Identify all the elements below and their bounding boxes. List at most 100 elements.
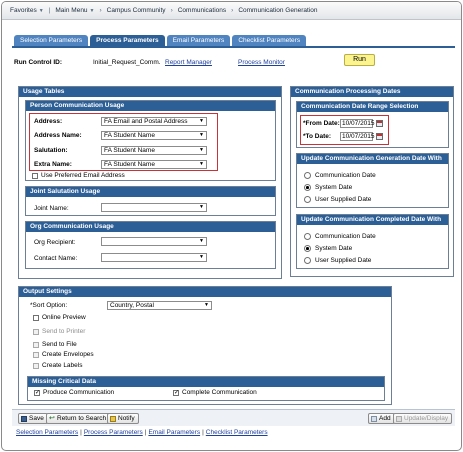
- tab-process-parameters[interactable]: Process Parameters: [90, 35, 165, 46]
- completed-date-title: Update Communication Completed Date With: [297, 215, 448, 225]
- breadcrumb-communication-generation[interactable]: Communication Generation: [238, 7, 317, 14]
- produce-communication-label: Produce Communication: [43, 389, 115, 396]
- run-button[interactable]: Run: [344, 54, 375, 66]
- save-icon: [21, 415, 27, 422]
- footer-link-selection-parameters[interactable]: Selection Parameters: [16, 429, 78, 436]
- produce-communication-checkbox[interactable]: ✓: [34, 390, 40, 396]
- generation-communication-date-radio[interactable]: [304, 172, 311, 179]
- footer-link-email-parameters[interactable]: Email Parameters: [148, 429, 200, 436]
- completed-system-date-label: System Date: [315, 245, 353, 252]
- return-to-search-button[interactable]: ↩ Return to Search: [46, 413, 111, 424]
- address-value: FA Email and Postal Address: [104, 118, 188, 125]
- sort-option-label: *Sort Option:: [30, 302, 68, 309]
- create-labels-checkbox[interactable]: [33, 363, 39, 369]
- completed-user-supplied-date-radio[interactable]: [304, 257, 311, 264]
- send-to-printer-checkbox[interactable]: [33, 329, 39, 335]
- chevron-down-icon: ▼: [204, 302, 209, 308]
- save-button[interactable]: Save: [18, 413, 48, 424]
- calendar-icon[interactable]: [376, 133, 383, 140]
- send-to-file-label: Send to File: [42, 341, 77, 348]
- salutation-select[interactable]: FA Student Name ▼: [101, 146, 207, 155]
- chevron-down-icon: ▼: [38, 7, 44, 14]
- joint-salutation-section: Joint Salutation Usage Joint Name: ▼: [25, 186, 276, 216]
- footer-separator: |: [202, 429, 204, 436]
- from-date-label: *From Date:: [303, 120, 340, 127]
- complete-communication-label: Complete Communication: [182, 389, 257, 396]
- footer-links: Selection Parameters | Process Parameters |…: [16, 429, 268, 436]
- person-usage-section: Person Communication Usage Address: FA E…: [25, 100, 276, 181]
- send-to-file-checkbox[interactable]: [33, 342, 39, 348]
- joint-name-select[interactable]: ▼: [101, 203, 207, 212]
- usage-tables-panel: Usage Tables Person Communication Usage …: [18, 86, 282, 279]
- breadcrumb-favorites[interactable]: Favorites: [10, 7, 37, 14]
- chevron-down-icon: ▼: [199, 204, 204, 210]
- send-to-printer-label: Send to Printer: [42, 328, 86, 335]
- output-settings-panel: Output Settings *Sort Option: Country, P…: [18, 286, 392, 405]
- generation-system-date-label: System Date: [315, 184, 353, 191]
- date-range-section: Communication Date Range Selection *From…: [296, 101, 449, 148]
- online-preview-checkbox[interactable]: [33, 315, 39, 321]
- contact-name-select[interactable]: ▼: [101, 253, 207, 262]
- processing-dates-panel: Communication Processing Dates Communica…: [290, 86, 454, 277]
- address-name-label: Address Name:: [34, 132, 82, 139]
- save-label: Save: [29, 415, 44, 422]
- report-manager-link[interactable]: Report Manager: [165, 59, 212, 66]
- footer-link-checklist-parameters[interactable]: Checklist Parameters: [206, 429, 268, 436]
- bottom-toolbar: Save ↩ Return to Search Notify Add Updat…: [12, 409, 455, 426]
- return-to-search-label: Return to Search: [57, 415, 107, 422]
- org-recipient-select[interactable]: ▼: [101, 237, 207, 246]
- date-range-title: Communication Date Range Selection: [297, 102, 448, 112]
- chevron-down-icon: ▼: [199, 254, 204, 260]
- breadcrumb: Favorites ▼ | Main Menu ▼ › Campus Commu…: [2, 2, 461, 20]
- tab-checklist-parameters[interactable]: Checklist Parameters: [232, 35, 307, 46]
- preferred-email-checkbox[interactable]: [32, 173, 38, 179]
- add-button[interactable]: Add: [368, 413, 395, 424]
- output-settings-title: Output Settings: [19, 287, 391, 297]
- address-name-select[interactable]: FA Student Name ▼: [101, 131, 207, 140]
- sort-option-value: Country, Postal: [110, 302, 154, 309]
- joint-name-label: Joint Name:: [34, 205, 69, 212]
- create-labels-label: Create Labels: [42, 362, 83, 369]
- complete-communication-checkbox[interactable]: ✓: [173, 390, 179, 396]
- update-display-button[interactable]: Update/Display: [393, 413, 453, 424]
- completed-system-date-radio[interactable]: [304, 245, 311, 252]
- org-usage-section: Org Communication Usage Org Recipient: ▼…: [25, 221, 276, 269]
- to-date-input[interactable]: 10/07/2015: [340, 132, 375, 141]
- breadcrumb-campus-community[interactable]: Campus Community: [107, 7, 166, 14]
- completed-date-section: Update Communication Completed Date With…: [296, 214, 449, 269]
- completed-communication-date-radio[interactable]: [304, 233, 311, 240]
- generation-date-title: Update Communication Generation Date Wit…: [297, 154, 448, 164]
- joint-salutation-title: Joint Salutation Usage: [26, 187, 275, 197]
- process-monitor-link[interactable]: Process Monitor: [238, 59, 285, 66]
- extra-name-select[interactable]: FA Student Name ▼: [101, 160, 207, 169]
- salutation-label: Salutation:: [34, 147, 68, 154]
- chevron-down-icon: ▼: [199, 118, 204, 124]
- tab-selection-parameters[interactable]: Selection Parameters: [14, 35, 89, 46]
- from-date-input[interactable]: 10/07/2015: [340, 119, 375, 128]
- generation-system-date-radio[interactable]: [304, 184, 311, 191]
- extra-name-value: FA Student Name: [104, 161, 155, 168]
- online-preview-label: Online Preview: [42, 314, 86, 321]
- notify-label: Notify: [118, 415, 135, 422]
- generation-communication-date-label: Communication Date: [315, 172, 376, 179]
- salutation-value: FA Student Name: [104, 147, 155, 154]
- usage-tables-title: Usage Tables: [19, 87, 281, 97]
- sort-option-select[interactable]: Country, Postal ▼: [107, 301, 212, 310]
- tab-divider: [12, 46, 455, 48]
- chevron-right-icon: ›: [170, 7, 173, 14]
- page-frame: Favorites ▼ | Main Menu ▼ › Campus Commu…: [1, 1, 462, 451]
- calendar-icon[interactable]: [376, 120, 383, 127]
- run-control-value: Initial_Request_Comm.: [93, 59, 161, 66]
- missing-data-section: Missing Critical Data ✓ Produce Communic…: [27, 376, 385, 401]
- run-control-label: Run Control ID:: [14, 59, 63, 66]
- tab-email-parameters[interactable]: Email Parameters: [166, 35, 231, 46]
- breadcrumb-main-menu[interactable]: Main Menu: [55, 7, 87, 14]
- footer-link-process-parameters[interactable]: Process Parameters: [84, 429, 143, 436]
- person-usage-title: Person Communication Usage: [26, 101, 275, 111]
- breadcrumb-communications[interactable]: Communications: [178, 7, 226, 14]
- create-envelopes-checkbox[interactable]: [33, 352, 39, 358]
- missing-data-title: Missing Critical Data: [28, 377, 384, 387]
- address-select[interactable]: FA Email and Postal Address ▼: [101, 117, 207, 126]
- generation-user-supplied-date-radio[interactable]: [304, 196, 311, 203]
- notify-button[interactable]: Notify: [107, 413, 139, 424]
